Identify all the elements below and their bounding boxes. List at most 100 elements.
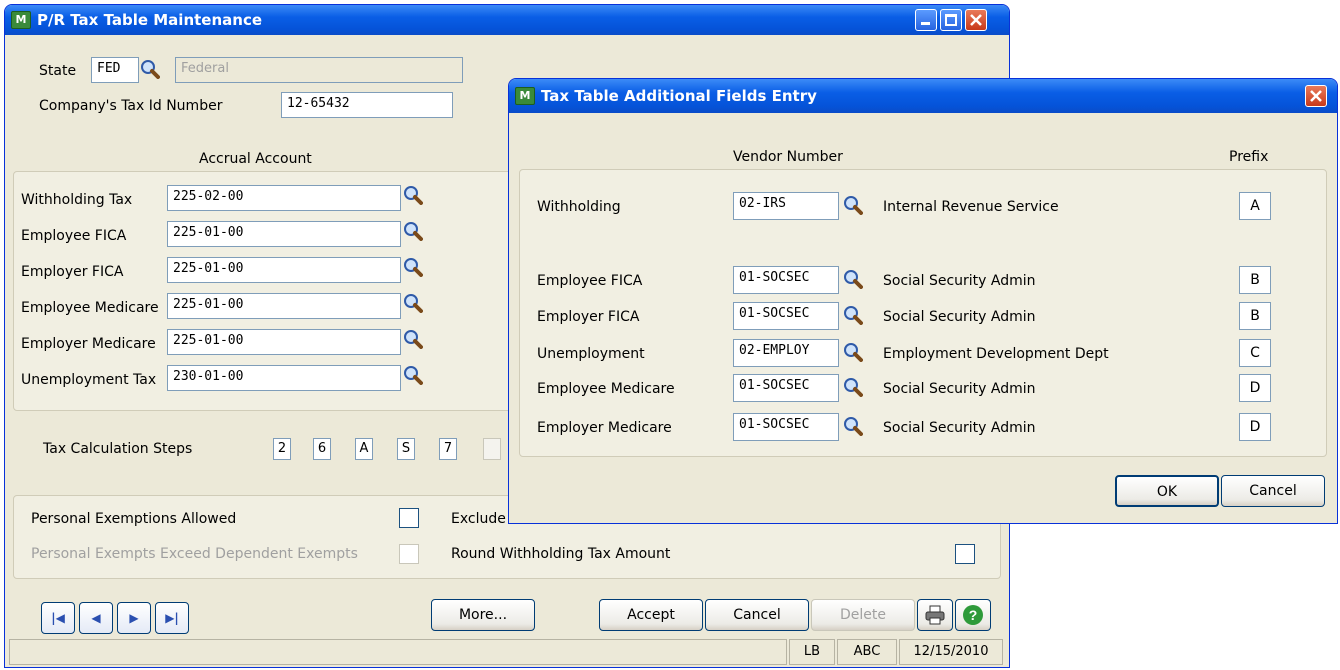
employer-fica-account-input[interactable]: 225-01-00	[167, 257, 401, 283]
vendor-name: Social Security Admin	[883, 309, 1036, 325]
ok-button[interactable]: OK	[1115, 475, 1219, 507]
close-icon[interactable]	[1305, 85, 1327, 107]
dialog-cancel-button[interactable]: Cancel	[1221, 475, 1325, 507]
employer-medicare-lookup-icon[interactable]	[403, 329, 423, 349]
employer-medicare-prefix-input[interactable]: D	[1239, 413, 1271, 441]
personal-exemptions-label: Personal Exemptions Allowed	[31, 511, 237, 527]
employee-fica-lookup-icon[interactable]	[403, 221, 423, 241]
vendor-row-label: Employee FICA	[537, 273, 643, 289]
vendor-name: Social Security Admin	[883, 381, 1036, 397]
vendor-row-label: Employer FICA	[537, 309, 640, 325]
main-title: P/R Tax Table Maintenance	[37, 11, 263, 29]
vendor-name: Employment Development Dept	[883, 346, 1109, 362]
status-date: 12/15/2010	[899, 639, 1003, 665]
exclude-label: Exclude	[451, 511, 506, 527]
employer-fica-vendor-input[interactable]: 01-SOCSEC	[733, 302, 839, 330]
employee-fica-prefix-input[interactable]: B	[1239, 266, 1271, 294]
vendor-row-label: Employee Medicare	[537, 381, 675, 397]
withholding-prefix-input[interactable]: A	[1239, 192, 1271, 220]
employer-medicare-account-input[interactable]: 225-01-00	[167, 329, 401, 355]
employer-fica-lookup-icon[interactable]	[403, 257, 423, 277]
employee-fica-account-input[interactable]: 225-01-00	[167, 221, 401, 247]
exempts-exceed-label: Personal Exempts Exceed Dependent Exempt…	[31, 546, 358, 562]
calc-step[interactable]: S	[397, 438, 415, 460]
calc-step[interactable]: 7	[439, 438, 457, 460]
vendor-name: Internal Revenue Service	[883, 199, 1059, 215]
vendor-name: Social Security Admin	[883, 420, 1036, 436]
withholding-vendor-input[interactable]: 02-IRS	[733, 192, 839, 220]
prefix-header: Prefix	[1229, 149, 1269, 165]
calc-step[interactable]: 6	[313, 438, 331, 460]
personal-exemptions-checkbox[interactable]	[399, 508, 419, 528]
withholding-account-input[interactable]: 225-02-00	[167, 185, 401, 211]
vendor-row-label: Withholding	[537, 199, 621, 215]
employee-medicare-lookup-icon[interactable]	[403, 293, 423, 313]
employee-medicare-vendor-lookup-icon[interactable]	[843, 377, 863, 397]
dialog-title-bar[interactable]: M Tax Table Additional Fields Entry	[509, 79, 1337, 113]
state-lookup-icon[interactable]	[140, 59, 160, 79]
employer-fica-prefix-input[interactable]: B	[1239, 302, 1271, 330]
account-label: Employer FICA	[21, 264, 124, 280]
calc-step[interactable]: A	[355, 438, 373, 460]
employee-medicare-prefix-input[interactable]: D	[1239, 374, 1271, 402]
employee-medicare-account-input[interactable]: 225-01-00	[167, 293, 401, 319]
unemployment-vendor-input[interactable]: 02-EMPLOY	[733, 339, 839, 367]
calc-step[interactable]	[483, 438, 501, 460]
help-button[interactable]: ?	[955, 599, 991, 631]
employer-medicare-vendor-input[interactable]: 01-SOCSEC	[733, 413, 839, 441]
status-company: ABC	[837, 639, 897, 665]
employee-fica-vendor-lookup-icon[interactable]	[843, 269, 863, 289]
account-label: Employee FICA	[21, 228, 127, 244]
tax-id-input[interactable]: 12-65432	[281, 92, 453, 118]
calc-step[interactable]: 2	[273, 438, 291, 460]
employee-fica-vendor-input[interactable]: 01-SOCSEC	[733, 266, 839, 294]
vendor-row-label: Employer Medicare	[537, 420, 672, 436]
withholding-lookup-icon[interactable]	[403, 185, 423, 205]
more-button[interactable]: More...	[431, 599, 535, 631]
state-input[interactable]: FED	[91, 57, 139, 83]
first-record-icon[interactable]: |◀	[41, 602, 75, 634]
vendor-row-label: Unemployment	[537, 346, 645, 362]
last-record-icon[interactable]: ▶|	[155, 602, 189, 634]
withholding-vendor-lookup-icon[interactable]	[843, 195, 863, 215]
minimize-icon[interactable]	[915, 9, 937, 31]
round-withholding-checkbox[interactable]	[955, 544, 975, 564]
vendor-number-header: Vendor Number	[733, 149, 843, 165]
account-label: Employee Medicare	[21, 300, 159, 316]
employer-fica-vendor-lookup-icon[interactable]	[843, 305, 863, 325]
employer-medicare-vendor-lookup-icon[interactable]	[843, 416, 863, 436]
app-icon: M	[515, 87, 535, 105]
exempts-exceed-checkbox	[399, 544, 419, 564]
svg-text:?: ?	[969, 607, 978, 623]
unemployment-lookup-icon[interactable]	[403, 365, 423, 385]
print-button[interactable]	[917, 599, 953, 631]
additional-fields-dialog: M Tax Table Additional Fields Entry Vend…	[508, 78, 1338, 524]
printer-icon	[925, 605, 945, 625]
unemployment-account-input[interactable]: 230-01-00	[167, 365, 401, 391]
app-icon: M	[11, 11, 31, 29]
vendor-name: Social Security Admin	[883, 273, 1036, 289]
accept-button[interactable]: Accept	[599, 599, 703, 631]
tax-calculation-steps-label: Tax Calculation Steps	[43, 441, 193, 457]
state-label: State	[39, 63, 77, 79]
next-record-icon[interactable]: ▶	[117, 602, 151, 634]
main-title-bar[interactable]: M P/R Tax Table Maintenance	[5, 5, 1009, 35]
account-label: Withholding Tax	[21, 192, 133, 208]
cancel-button[interactable]: Cancel	[705, 599, 809, 631]
unemployment-vendor-lookup-icon[interactable]	[843, 342, 863, 362]
account-label: Employer Medicare	[21, 336, 156, 352]
maximize-icon[interactable]	[940, 9, 962, 31]
help-icon: ?	[963, 605, 983, 625]
delete-button: Delete	[811, 599, 915, 631]
round-withholding-label: Round Withholding Tax Amount	[451, 546, 671, 562]
state-name-field: Federal	[175, 57, 463, 83]
status-user: LB	[789, 639, 835, 665]
previous-record-icon[interactable]: ◀	[79, 602, 113, 634]
dialog-title: Tax Table Additional Fields Entry	[541, 87, 817, 105]
accrual-account-header: Accrual Account	[199, 151, 312, 167]
employee-medicare-vendor-input[interactable]: 01-SOCSEC	[733, 374, 839, 402]
unemployment-prefix-input[interactable]: C	[1239, 339, 1271, 367]
close-icon[interactable]	[965, 9, 987, 31]
account-label: Unemployment Tax	[21, 372, 157, 388]
status-bar	[9, 639, 787, 665]
